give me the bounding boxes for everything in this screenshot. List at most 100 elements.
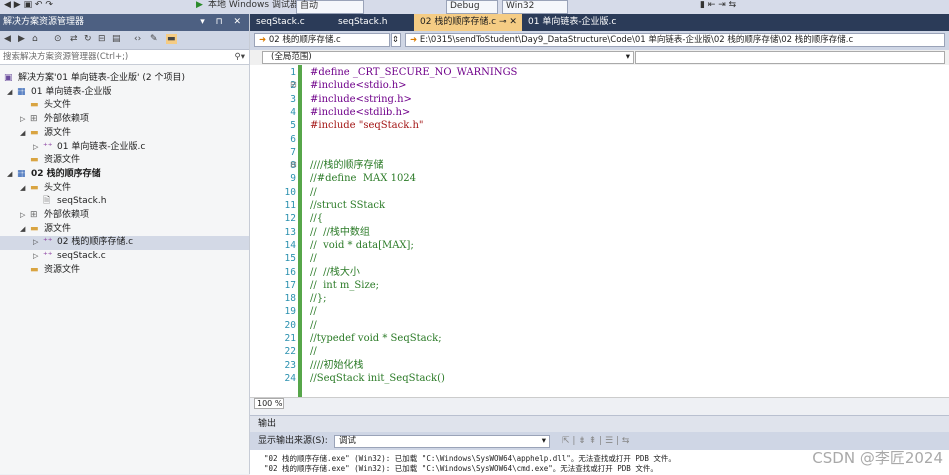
tree-item[interactable]: ▬ 资源文件: [0, 154, 249, 168]
expanded-arrow-icon[interactable]: ◢: [20, 127, 25, 141]
tree-item-label: 资源文件: [44, 155, 81, 166]
tree-item[interactable]: ▷ ⁺⁺ 01 单向链表-企业版.c: [0, 141, 249, 155]
project-dropdown[interactable]: ➜ 02 栈的顺序存储.c: [254, 33, 390, 47]
nav-spin-icon[interactable]: ⇕: [391, 33, 401, 47]
tab-label: 02 栈的顺序存储.c: [420, 17, 497, 27]
back-icon[interactable]: ◀: [4, 34, 11, 44]
code-line[interactable]: // //栈中数组: [310, 227, 370, 240]
collapsed-arrow-icon[interactable]: ▷: [33, 236, 38, 250]
code-line[interactable]: #include<stdio.h>: [310, 80, 407, 93]
editor-tab[interactable]: seqStack.h: [332, 14, 414, 31]
toolbar-icons[interactable]: ◀ ▶ ▣ ↶ ↷: [4, 0, 53, 12]
tree-item[interactable]: ◢ ▦ 02 栈的顺序存储: [0, 168, 249, 182]
line-number: 5: [290, 120, 296, 132]
tree-item[interactable]: ◢ ▬ 头文件: [0, 182, 249, 196]
tree-item[interactable]: ◢ ▦ 01 单向链表-企业版: [0, 86, 249, 100]
tree-item[interactable]: ◢ ▬ 源文件: [0, 127, 249, 141]
line-number: 24: [284, 372, 296, 384]
debugger-label[interactable]: 本地 Windows 调试器: [208, 0, 299, 12]
code-line[interactable]: //typedef void * SeqStack;: [310, 333, 442, 346]
tab-label: seqStack.h: [338, 17, 388, 27]
tree-item[interactable]: ▷ ⊞ 外部依赖项: [0, 209, 249, 223]
home-icon[interactable]: ⌂: [32, 34, 38, 44]
tree-item-label: 外部依赖项: [44, 114, 90, 125]
solution-search-input[interactable]: 搜索解决方案资源管理器(Ctrl+;) ⚲▾: [0, 50, 249, 65]
scope-dropdown[interactable]: (全局范围) ▾: [262, 51, 634, 64]
code-line[interactable]: //};: [310, 293, 326, 306]
code-line[interactable]: //: [310, 306, 317, 319]
expanded-arrow-icon[interactable]: ◢: [20, 223, 25, 237]
tree-item[interactable]: ▷ ⊞ 外部依赖项: [0, 113, 249, 127]
search-placeholder: 搜索解决方案资源管理器(Ctrl+;): [3, 52, 129, 62]
code-line[interactable]: //: [310, 253, 317, 266]
code-line[interactable]: #include<stdlib.h>: [310, 107, 410, 120]
code-line[interactable]: // void * data[MAX];: [310, 240, 414, 253]
navigation-bar: ➜ 02 栈的顺序存储.c ⇕ ➜ E:\0315\sendToStudent\…: [250, 31, 949, 51]
platform-select[interactable]: Win32: [502, 0, 568, 14]
start-debug-icon[interactable]: ▶: [196, 0, 203, 12]
refresh-icon[interactable]: ↻: [84, 34, 92, 44]
tree-item[interactable]: ▷ ⁺⁺ 02 栈的顺序存储.c: [0, 236, 249, 251]
collapsed-arrow-icon[interactable]: ▷: [20, 113, 25, 127]
code-line[interactable]: // int m_Size;: [310, 280, 379, 293]
code-editor[interactable]: 1 2 ⊟ 3 4 5 6 7 8 ⊟ 9 10 11 12 13 14 15 16 17 18 19 20 21 22 23 2…: [250, 65, 949, 397]
output-line: "02 栈的顺序存储.exe" (Win32): 已加载 "C:\Windows…: [264, 464, 658, 473]
code-line[interactable]: ////栈的顺序存储: [310, 160, 383, 173]
close-icon[interactable]: ⊸ ✕: [496, 17, 517, 27]
dependencies-icon: ⊞: [30, 114, 38, 125]
mode-select[interactable]: 自动: [296, 0, 364, 14]
properties-icon[interactable]: ✎: [150, 34, 158, 44]
code-line[interactable]: //: [310, 187, 317, 200]
tree-item[interactable]: ◢ ▬ 源文件: [0, 223, 249, 237]
code-line[interactable]: //: [310, 346, 317, 359]
code-line[interactable]: //#define MAX 1024: [310, 173, 416, 186]
collapsed-arrow-icon[interactable]: ▷: [20, 209, 25, 223]
show-all-icon[interactable]: ▤: [112, 34, 121, 44]
path-dropdown[interactable]: ➜ E:\0315\sendToStudent\Day9_DataStructu…: [405, 33, 945, 47]
bookmark-icons[interactable]: ▮ ⇤ ⇥ ⇆: [700, 0, 736, 12]
tree-item[interactable]: ▣ 解决方案'01 单向链表-企业版' (2 个项目): [0, 72, 249, 86]
collapsed-arrow-icon[interactable]: ▷: [33, 250, 38, 264]
tree-item[interactable]: ▬ 资源文件: [0, 264, 249, 278]
preview-icon[interactable]: ▬: [166, 34, 177, 44]
history-icon[interactable]: ⊙: [54, 34, 62, 44]
output-source-select[interactable]: 调试 ▾: [334, 435, 550, 448]
expanded-arrow-icon[interactable]: ◢: [7, 86, 12, 100]
output-toolbar-icons[interactable]: ⇱ | ⇟ ⇞ | ☰ | ⇆: [562, 432, 629, 450]
zoom-select[interactable]: 100 %: [254, 398, 284, 409]
line-number: 18: [284, 293, 296, 305]
code-view-icon[interactable]: ‹›: [134, 34, 141, 44]
code-line[interactable]: ////初始化栈: [310, 360, 363, 373]
tree-item[interactable]: ▷ ⁺⁺ seqStack.c: [0, 250, 249, 264]
config-select[interactable]: Debug: [446, 0, 498, 14]
fold-toggle-icon[interactable]: ⊟: [290, 160, 297, 169]
tree-item[interactable]: ▬ 头文件: [0, 99, 249, 113]
code-line[interactable]: //{: [310, 213, 323, 226]
collapsed-arrow-icon[interactable]: ▷: [33, 141, 38, 155]
member-dropdown[interactable]: [635, 51, 945, 64]
expanded-arrow-icon[interactable]: ◢: [7, 168, 12, 182]
collapse-icon[interactable]: ⊟: [98, 34, 106, 44]
editor-tab[interactable]: 01 单向链表-企业版.c: [522, 14, 642, 31]
tree-item[interactable]: 🗎 seqStack.h: [0, 195, 249, 209]
code-line[interactable]: //SeqStack init_SeqStack(): [310, 373, 445, 386]
line-number: 11: [284, 200, 296, 211]
forward-icon[interactable]: ▶: [18, 34, 25, 44]
code-line[interactable]: //: [310, 320, 317, 333]
output-source-value: 调试: [339, 436, 357, 446]
editor-tab[interactable]: 02 栈的顺序存储.c ⊸ ✕: [414, 14, 522, 31]
expanded-arrow-icon[interactable]: ◢: [20, 182, 25, 196]
sync-icon[interactable]: ⇄: [70, 34, 78, 44]
solution-explorer: 解决方案资源管理器 ▾ ⊓ ✕ ◀ ▶ ⌂ ⊙ ⇄ ↻ ⊟ ▤ ‹› ✎ ▬ 搜…: [0, 14, 250, 474]
line-number: 20: [284, 319, 296, 331]
code-line[interactable]: #include "seqStack.h": [310, 120, 424, 133]
search-icon[interactable]: ⚲▾: [235, 50, 246, 65]
editor-tab[interactable]: seqStack.c: [250, 14, 332, 31]
code-line[interactable]: // //栈大小: [310, 267, 360, 280]
fold-toggle-icon[interactable]: ⊟: [290, 80, 297, 89]
code-line[interactable]: #define _CRT_SECURE_NO_WARNINGS: [310, 67, 517, 80]
folder-icon: ▬: [30, 223, 39, 234]
panel-controls[interactable]: ▾ ⊓ ✕: [200, 14, 245, 31]
code-line[interactable]: #include<string.h>: [310, 94, 412, 107]
code-line[interactable]: //struct SStack: [310, 200, 385, 213]
